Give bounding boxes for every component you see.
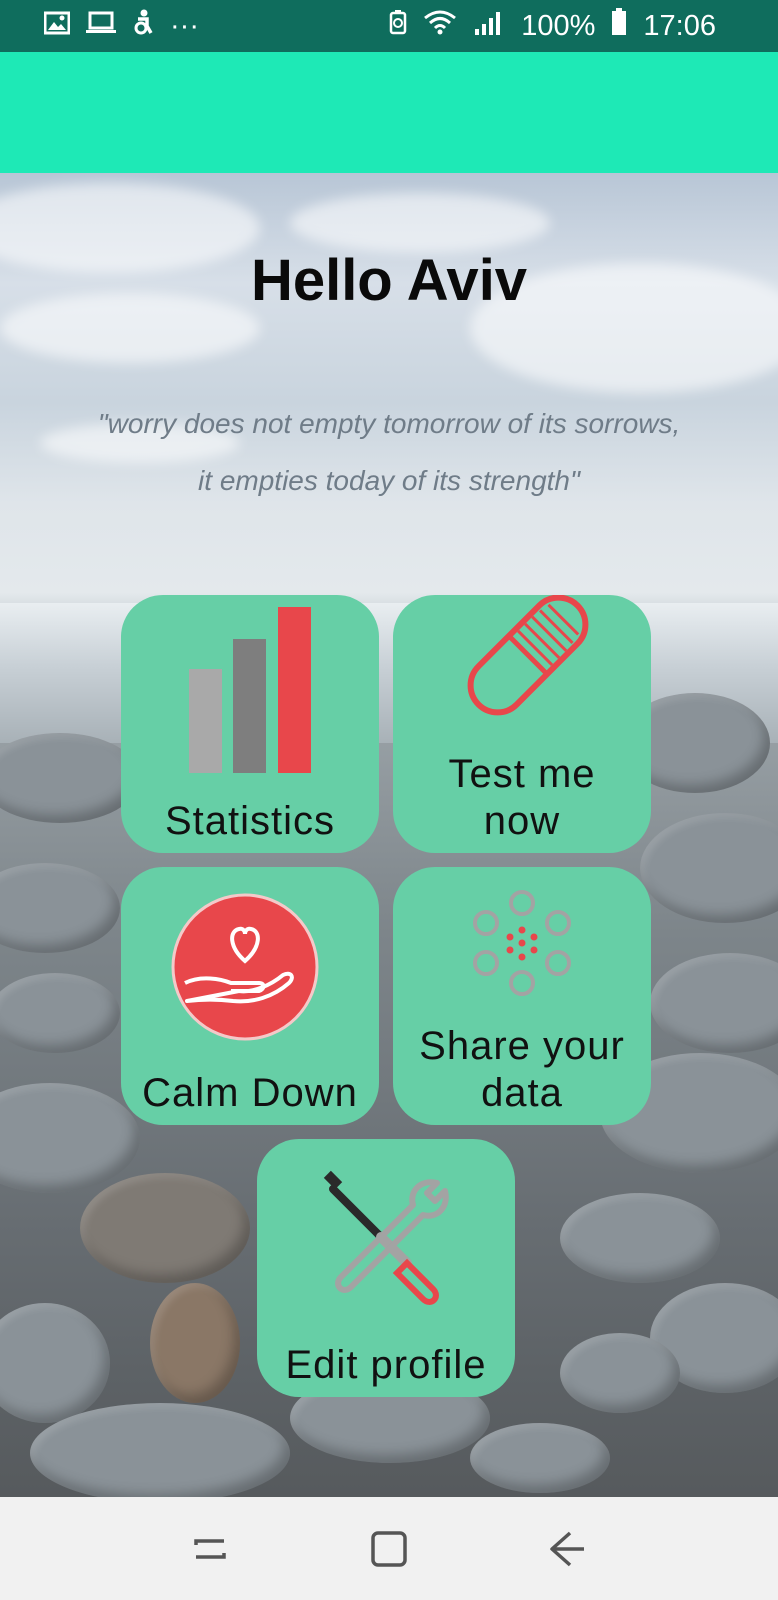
image-icon <box>43 10 71 43</box>
greeting-title: Hello Aviv <box>250 248 528 313</box>
share-your-data-button[interactable]: Share your data <box>393 867 651 1125</box>
calm-down-button[interactable]: Calm Down <box>121 867 379 1125</box>
quote-line-1: "worry does not empty tomorrow of its so… <box>97 408 681 439</box>
recents-button[interactable] <box>180 1519 240 1579</box>
edit-profile-label: Edit profile <box>285 1343 487 1387</box>
test-me-now-label: Test me now <box>448 752 596 843</box>
laptop-icon <box>86 10 116 43</box>
battery-saver-icon <box>389 9 407 43</box>
test-me-now-button[interactable]: Test me now <box>393 595 651 853</box>
battery-percent: 100% <box>521 9 596 42</box>
wifi-icon <box>423 9 457 43</box>
back-arrow-icon <box>550 1531 585 1566</box>
edit-profile-button[interactable]: Edit profile <box>257 1139 515 1397</box>
recents-icon <box>193 1538 226 1559</box>
quote-text: "worry does not empty tomorrow of its so… <box>40 395 738 509</box>
app-bar <box>0 52 778 173</box>
status-right: 100% 17:06 <box>389 8 716 44</box>
quote-line-2: it empties today of its strength" <box>198 465 580 496</box>
navigation-bar <box>0 1497 778 1600</box>
statistics-label: Statistics <box>164 799 336 843</box>
accessibility-icon <box>132 9 154 43</box>
back-button[interactable] <box>538 1519 598 1579</box>
share-your-data-label: Share your data <box>419 1024 625 1115</box>
home-button[interactable] <box>359 1519 419 1579</box>
calm-down-label: Calm Down <box>142 1071 358 1115</box>
home-icon <box>371 1530 407 1567</box>
home-content: Hello Aviv "worry does not empty tomorro… <box>0 173 778 1497</box>
status-bar: ··· 100% 17:06 <box>0 0 778 52</box>
signal-icon <box>473 10 501 43</box>
more-icon: ··· <box>170 9 199 42</box>
clock-time: 17:06 <box>643 9 716 42</box>
status-left: ··· <box>43 9 199 43</box>
battery-icon <box>611 8 627 44</box>
statistics-button[interactable]: Statistics <box>121 595 379 853</box>
